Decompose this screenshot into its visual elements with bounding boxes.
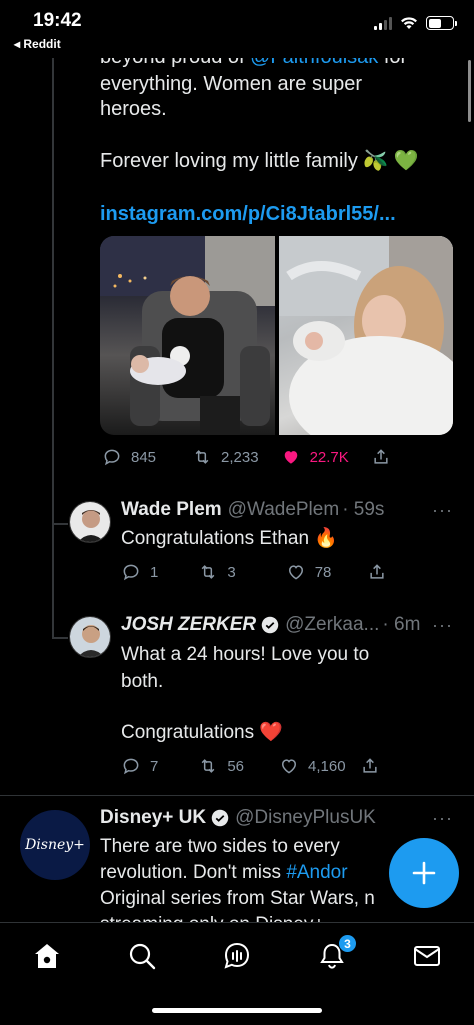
- disney-plus-logo-text: Disney+: [25, 837, 85, 853]
- display-name[interactable]: JOSH ZERKER: [121, 614, 256, 636]
- share-icon: [374, 449, 388, 464]
- verified-badge-icon: [261, 616, 279, 634]
- like-button[interactable]: 78: [286, 562, 332, 582]
- user-handle[interactable]: @DisneyPlusUK: [235, 807, 376, 829]
- tweet-divider: [0, 795, 474, 796]
- avatar[interactable]: [69, 501, 111, 543]
- share-icon: [370, 564, 384, 579]
- verified-badge-icon: [211, 809, 229, 827]
- reply-text-line: both.: [121, 671, 164, 692]
- reply-header: JOSH ZERKER @Zerkaa... · 6m: [121, 614, 420, 636]
- like-button[interactable]: 22.7K: [281, 447, 349, 467]
- retweet-button[interactable]: 3: [198, 562, 236, 582]
- status-icons: [374, 16, 457, 30]
- mail-icon: [414, 946, 440, 966]
- reply-count: 845: [131, 448, 157, 466]
- like-button[interactable]: 4,160: [279, 756, 346, 776]
- tweet-text-line: revolution. Don't miss #Andor: [100, 860, 348, 885]
- retweet-count: 2,233: [221, 448, 259, 466]
- heart-icon: [282, 759, 297, 774]
- display-name[interactable]: Disney+ UK: [100, 807, 206, 829]
- tweet-text-line: heroes.: [100, 98, 167, 120]
- home-indicator[interactable]: [152, 1008, 322, 1013]
- search-icon: [129, 943, 156, 970]
- wifi-icon: [401, 17, 417, 29]
- home-icon: [35, 944, 59, 968]
- instagram-link[interactable]: instagram.com/p/Ci8Jtabrl55/...: [100, 202, 396, 227]
- reply-button[interactable]: 1: [121, 562, 158, 582]
- tweet-text-line: There are two sides to every: [100, 836, 340, 857]
- nav-home[interactable]: [32, 941, 62, 971]
- user-handle[interactable]: @Zerkaa...: [285, 614, 379, 636]
- more-options-button[interactable]: ···: [432, 500, 453, 521]
- tweet-actions: 1 3 78: [121, 562, 387, 582]
- reply-icon: [123, 758, 139, 775]
- scrollbar[interactable]: [468, 60, 471, 122]
- status-time: 19:42: [33, 10, 82, 31]
- more-options-button[interactable]: ···: [432, 808, 453, 829]
- reply-button[interactable]: 7: [121, 756, 158, 776]
- photo-mother-with-baby[interactable]: [278, 236, 453, 435]
- disney-plus-avatar[interactable]: Disney+: [20, 810, 90, 880]
- reply-count: 1: [150, 563, 159, 581]
- heart-icon: [288, 565, 303, 580]
- nav-spaces[interactable]: [222, 941, 252, 971]
- battery-icon: [426, 16, 457, 30]
- spaces-icon: [224, 942, 250, 969]
- photo-father-holding-baby[interactable]: [100, 236, 275, 435]
- thread-connector-hook: [52, 523, 68, 525]
- retweet-icon: [201, 759, 215, 773]
- reply-button[interactable]: 845: [102, 447, 156, 467]
- text-fragment: revolution. Don't miss: [100, 862, 287, 883]
- retweet-icon: [201, 565, 215, 579]
- thread-connector-hook: [52, 637, 68, 639]
- tweet-actions: 845 2,233 22.7K: [102, 447, 391, 467]
- like-count: 78: [314, 563, 332, 581]
- reply-text-line: What a 24 hours! Love you to: [121, 644, 370, 665]
- timestamp: · 59s: [342, 499, 385, 520]
- tweet-actions: 7 56 4,160: [121, 756, 380, 776]
- reply-header: Wade Plem @WadePlem · 59s: [121, 499, 384, 521]
- tweet-text-line: Forever loving my little family 🫒 💚: [100, 150, 419, 172]
- hashtag-link[interactable]: #Andor: [286, 862, 347, 883]
- thread-connector-line: [52, 58, 54, 638]
- share-button[interactable]: [367, 562, 387, 582]
- tweet-text-line: Original series from Star Wars, n: [100, 888, 375, 909]
- share-button[interactable]: [371, 447, 391, 467]
- reply-count: 7: [150, 757, 159, 775]
- status-bar: 19:42 ◂ Reddit: [0, 0, 474, 58]
- display-name[interactable]: Wade Plem: [121, 499, 222, 521]
- retweet-count: 56: [227, 757, 245, 775]
- tweet-header: Disney+ UK @DisneyPlusUK: [100, 807, 376, 829]
- cellular-signal-icon: [374, 16, 392, 30]
- avatar[interactable]: [69, 616, 111, 658]
- more-options-button[interactable]: ···: [432, 615, 453, 636]
- reply-text: Congratulations Ethan 🔥: [121, 528, 338, 549]
- like-count: 4,160: [308, 757, 346, 775]
- retweet-button[interactable]: 2,233: [192, 447, 259, 467]
- reply-icon: [123, 564, 139, 581]
- like-count: 22.7K: [309, 448, 349, 466]
- heart-filled-icon: [284, 451, 297, 464]
- user-handle[interactable]: @WadePlem: [228, 499, 340, 521]
- back-to-reddit-link[interactable]: ◂ Reddit: [14, 37, 61, 51]
- nav-search[interactable]: [127, 941, 157, 971]
- share-button[interactable]: [360, 756, 380, 776]
- reply-icon: [104, 449, 120, 466]
- tweet-text-line: everything. Women are super: [100, 73, 362, 95]
- nav-messages[interactable]: [412, 941, 442, 971]
- retweet-icon: [195, 450, 209, 464]
- notification-count-badge: 3: [338, 934, 357, 953]
- reply-text-line: Congratulations ❤️: [121, 722, 284, 743]
- share-icon: [362, 758, 377, 773]
- plus-icon: [412, 861, 436, 885]
- compose-tweet-button[interactable]: [389, 838, 459, 908]
- retweet-count: 3: [227, 563, 236, 581]
- timestamp: · 6m: [382, 614, 421, 635]
- retweet-button[interactable]: 56: [198, 756, 244, 776]
- tweet-media-grid[interactable]: [100, 236, 453, 435]
